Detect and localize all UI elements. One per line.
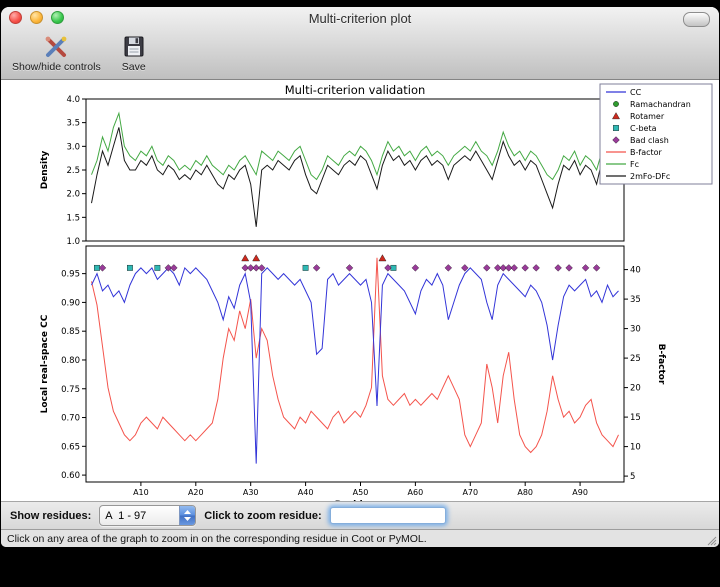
svg-text:Multi-criterion validation: Multi-criterion validation: [285, 83, 426, 97]
svg-text:1.0: 1.0: [66, 237, 80, 247]
series-2mFo-DFc: [92, 127, 619, 226]
svg-text:Local real-space CC: Local real-space CC: [40, 314, 50, 413]
svg-text:2.0: 2.0: [66, 190, 80, 200]
svg-text:4.0: 4.0: [66, 95, 80, 105]
svg-text:Density: Density: [40, 151, 50, 190]
svg-text:40: 40: [630, 266, 641, 276]
svg-text:0.80: 0.80: [61, 356, 80, 366]
traffic-lights: [9, 11, 64, 24]
svg-text:A50: A50: [353, 488, 369, 497]
series-B-factor: [92, 258, 619, 453]
series-Fc: [92, 113, 619, 179]
window-title: Multi-criterion plot: [1, 11, 719, 26]
svg-text:0.95: 0.95: [61, 270, 80, 280]
zoom-residue-label: Click to zoom residue:: [204, 510, 321, 522]
status-text: Click on any area of the graph to zoom i…: [7, 533, 427, 545]
tools-icon: [43, 34, 69, 60]
density-panel: [86, 99, 624, 241]
multi-criterion-chart[interactable]: Multi-criterion validation 1.0 1.5 2.0 2.5 3.…: [2, 80, 718, 501]
svg-text:3.5: 3.5: [66, 119, 80, 129]
svg-text:B-factor: B-factor: [656, 344, 666, 385]
svg-text:CC: CC: [630, 88, 642, 97]
svg-text:A80: A80: [517, 488, 533, 497]
minimize-button[interactable]: [30, 11, 43, 24]
svg-text:0.75: 0.75: [61, 385, 80, 395]
svg-text:0.90: 0.90: [61, 298, 80, 308]
app-window: Multi-criterion plot Show/hide controls: [1, 7, 719, 547]
toolbar-button-label: Save: [122, 61, 146, 73]
svg-text:15: 15: [630, 413, 641, 423]
stepper-icon: [179, 506, 195, 525]
residue-range-select[interactable]: A 1 - 97: [99, 505, 196, 526]
zoom-residue-input[interactable]: [330, 507, 446, 524]
toolbar: Show/hide controls Save: [1, 29, 719, 79]
zoom-button[interactable]: [51, 11, 64, 24]
window-header: Multi-criterion plot Show/hide controls: [1, 7, 719, 80]
cc-bfactor-panel: [86, 246, 624, 482]
svg-text:10: 10: [630, 443, 641, 453]
svg-text:3.0: 3.0: [66, 142, 80, 152]
show-residues-label: Show residues:: [10, 510, 91, 522]
resize-grip[interactable]: [705, 533, 717, 545]
svg-text:2mFo-DFc: 2mFo-DFc: [630, 172, 670, 181]
svg-text:1.5: 1.5: [66, 213, 80, 223]
toolbar-button-label: Show/hide controls: [12, 61, 101, 73]
svg-text:30: 30: [630, 325, 641, 335]
svg-text:35: 35: [630, 295, 641, 305]
save-icon: [121, 34, 147, 60]
svg-text:0.70: 0.70: [61, 414, 80, 424]
save-button[interactable]: Save: [116, 32, 152, 75]
svg-text:Fc: Fc: [630, 160, 639, 169]
toolbar-toggle-button[interactable]: [683, 12, 710, 27]
svg-text:A40: A40: [298, 488, 314, 497]
svg-text:5: 5: [630, 472, 635, 482]
svg-text:20: 20: [630, 384, 641, 394]
svg-text:A70: A70: [462, 488, 478, 497]
svg-text:B-factor: B-factor: [630, 148, 663, 157]
chart-legend: CC Ramachandran Rotamer C-beta Bad clash B-fa…: [600, 84, 712, 184]
title-bar[interactable]: Multi-criterion plot: [1, 7, 719, 29]
svg-text:0.60: 0.60: [61, 471, 80, 481]
svg-text:A30: A30: [243, 488, 259, 497]
svg-text:25: 25: [630, 354, 641, 364]
svg-text:Ramachandran: Ramachandran: [630, 100, 691, 109]
controls-bar: Show residues: A 1 - 97 Click to zoom re…: [1, 501, 719, 529]
svg-text:Rotamer: Rotamer: [630, 112, 665, 121]
close-button[interactable]: [9, 11, 22, 24]
svg-text:A20: A20: [188, 488, 204, 497]
residue-range-value: A 1 - 97: [100, 510, 179, 522]
svg-text:0.85: 0.85: [61, 327, 80, 337]
svg-text:0.65: 0.65: [61, 442, 80, 452]
svg-text:C-beta: C-beta: [630, 124, 657, 133]
svg-text:2.5: 2.5: [66, 166, 80, 176]
series-CC: [92, 268, 619, 464]
svg-text:A90: A90: [572, 488, 588, 497]
status-bar: Click on any area of the graph to zoom i…: [1, 529, 719, 547]
svg-text:A10: A10: [133, 488, 149, 497]
svg-text:A60: A60: [408, 488, 424, 497]
show-hide-controls-button[interactable]: Show/hide controls: [7, 32, 106, 75]
svg-text:Bad clash: Bad clash: [630, 136, 669, 145]
plot-area: Multi-criterion validation 1.0 1.5 2.0 2.5 3.…: [1, 80, 719, 501]
